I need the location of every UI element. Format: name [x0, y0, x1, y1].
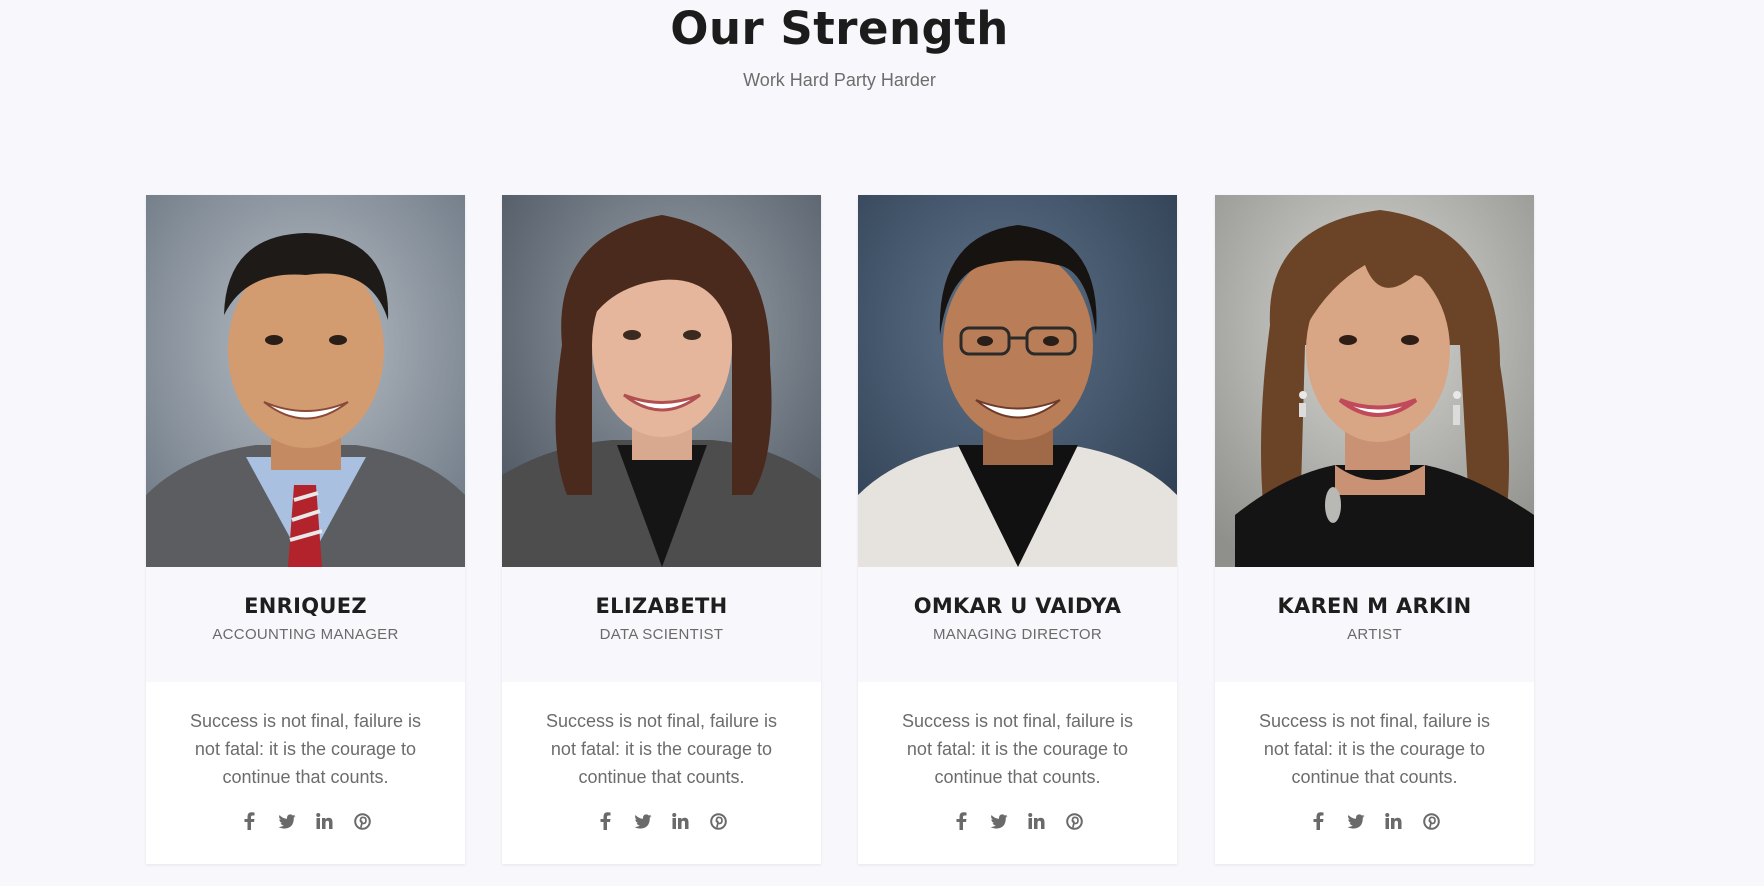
member-info: KAREN M ARKIN ARTIST — [1215, 567, 1534, 682]
member-quote: Success is not final, failure is not fat… — [901, 711, 1134, 787]
twitter-icon[interactable] — [1346, 811, 1366, 831]
pinterest-icon[interactable] — [1422, 811, 1442, 831]
social-links — [858, 811, 1177, 831]
member-info: ELIZABETH DATA SCIENTIST — [502, 567, 821, 682]
facebook-icon[interactable] — [595, 811, 615, 831]
twitter-icon[interactable] — [989, 811, 1009, 831]
member-photo — [858, 195, 1177, 567]
member-name: ELIZABETH — [595, 594, 728, 618]
facebook-icon[interactable] — [239, 811, 259, 831]
twitter-icon[interactable] — [633, 811, 653, 831]
linkedin-icon[interactable] — [315, 811, 335, 831]
social-links — [146, 811, 465, 831]
linkedin-icon[interactable] — [1384, 811, 1404, 831]
member-name: ENRIQUEZ — [244, 594, 367, 618]
linkedin-icon[interactable] — [1027, 811, 1047, 831]
facebook-icon[interactable] — [951, 811, 971, 831]
member-info: ENRIQUEZ ACCOUNTING MANAGER — [146, 567, 465, 682]
linkedin-icon[interactable] — [671, 811, 691, 831]
team-member-card: KAREN M ARKIN ARTIST Success is not fina… — [1215, 195, 1534, 864]
pinterest-icon[interactable] — [353, 811, 373, 831]
member-role: ARTIST — [1347, 626, 1402, 643]
member-photo — [1215, 195, 1534, 567]
member-name: KAREN M ARKIN — [1277, 594, 1472, 618]
social-links — [1215, 811, 1534, 831]
social-links — [502, 811, 821, 831]
team-cards: ENRIQUEZ ACCOUNTING MANAGER Success is n… — [146, 195, 1546, 865]
member-role: DATA SCIENTIST — [599, 626, 724, 643]
twitter-icon[interactable] — [277, 811, 297, 831]
member-info: OMKAR U VAIDYA MANAGING DIRECTOR — [858, 567, 1177, 682]
team-member-card: ENRIQUEZ ACCOUNTING MANAGER Success is n… — [146, 195, 465, 864]
member-name: OMKAR U VAIDYA — [913, 594, 1122, 618]
member-role: MANAGING DIRECTOR — [932, 626, 1102, 643]
section-subtitle: Work Hard Party Harder — [743, 70, 936, 90]
member-photo — [502, 195, 821, 567]
team-member-card: OMKAR U VAIDYA MANAGING DIRECTOR Success… — [858, 195, 1177, 864]
team-member-card: ELIZABETH DATA SCIENTIST Success is not … — [502, 195, 821, 864]
member-quote: Success is not final, failure is not fat… — [545, 711, 778, 787]
member-role: ACCOUNTING MANAGER — [212, 626, 399, 643]
member-quote: Success is not final, failure is not fat… — [1258, 711, 1491, 787]
facebook-icon[interactable] — [1308, 811, 1328, 831]
member-quote: Success is not final, failure is not fat… — [189, 711, 422, 787]
member-photo — [146, 195, 465, 567]
pinterest-icon[interactable] — [709, 811, 729, 831]
pinterest-icon[interactable] — [1065, 811, 1085, 831]
section-title: Our Strength — [670, 2, 1009, 55]
